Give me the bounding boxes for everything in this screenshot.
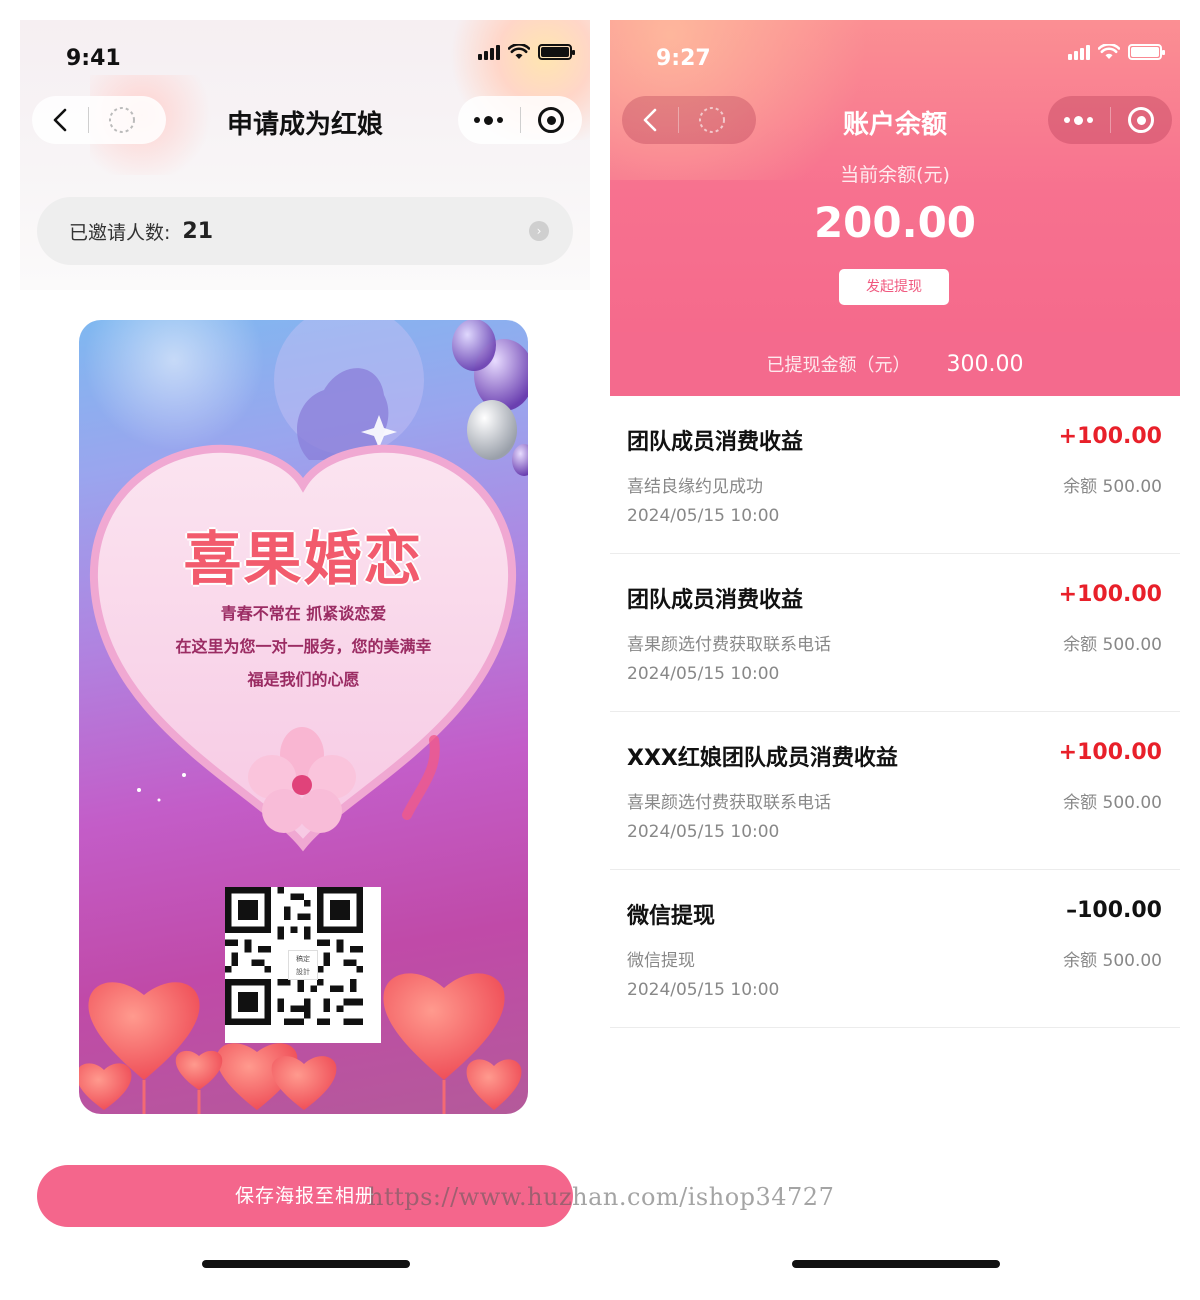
- target-icon[interactable]: [1110, 96, 1172, 144]
- poster-line-2: 在这里为您一对一服务，您的美满幸: [175, 637, 432, 656]
- withdraw-button[interactable]: 发起提现: [839, 269, 949, 305]
- status-time: 9:41: [66, 46, 121, 71]
- poster-brand: 喜果婚恋: [183, 525, 424, 593]
- withdrawn-label: 已提现金额（元）: [766, 355, 911, 376]
- nav-capsule-right: [1048, 96, 1172, 144]
- home-indicator: [202, 1260, 410, 1268]
- nav-capsule-right: [458, 96, 582, 144]
- transaction-amount: –100.00: [1066, 898, 1162, 923]
- transaction-amount: +100.00: [1058, 740, 1162, 765]
- transaction-balance: 余额 500.00: [1063, 951, 1162, 971]
- poster-line-3: 福是我们的心愿: [247, 670, 360, 689]
- status-icons: [1068, 44, 1165, 60]
- transaction-desc: 喜果颜选付费获取联系电话: [627, 635, 831, 655]
- more-dots-icon[interactable]: [458, 96, 520, 144]
- transaction-desc: 喜结良缘约见成功: [627, 477, 763, 497]
- balance-value: 200.00: [813, 198, 977, 247]
- transaction-title: 团队成员消费收益: [627, 430, 804, 455]
- status-icons: [478, 44, 575, 60]
- transaction-list: 团队成员消费收益 +100.00 喜结良缘约见成功 余额 500.00 2024…: [610, 396, 1180, 1028]
- transaction-time: 2024/05/15 10:00: [627, 664, 780, 684]
- status-time: 9:27: [656, 46, 711, 71]
- invite-label: 已邀请人数:: [69, 221, 171, 244]
- battery-icon: [1128, 44, 1165, 60]
- signal-icon: [1068, 44, 1090, 60]
- transaction-item[interactable]: 微信提现 –100.00 微信提现 余额 500.00 2024/05/15 1…: [610, 870, 1180, 1028]
- more-dots-icon[interactable]: [1048, 96, 1110, 144]
- home-indicator: [792, 1260, 1000, 1268]
- transaction-balance: 余额 500.00: [1063, 477, 1162, 497]
- transaction-item[interactable]: 团队成员消费收益 +100.00 喜结良缘约见成功 余额 500.00 2024…: [610, 396, 1180, 554]
- transaction-time: 2024/05/15 10:00: [627, 822, 780, 842]
- qr-code: 稿定 設計: [225, 887, 381, 1043]
- transaction-title: XXX红娘团队成员消费收益: [627, 746, 898, 771]
- transaction-balance: 余额 500.00: [1063, 793, 1162, 813]
- withdrawn-value: 300.00: [946, 351, 1024, 377]
- withdrawn-summary: 已提现金额（元） 300.00: [610, 332, 1180, 396]
- target-icon[interactable]: [520, 96, 582, 144]
- wifi-icon: [1098, 44, 1120, 59]
- wifi-icon: [508, 44, 530, 59]
- poster-line-1: 青春不常在 抓紧谈恋爱: [220, 604, 387, 623]
- signal-icon: [478, 44, 500, 60]
- chevron-right-icon: ›: [529, 221, 549, 241]
- invite-count-bar[interactable]: 已邀请人数: 21 ›: [37, 197, 573, 265]
- qr-logo: 稿定 設計: [288, 950, 318, 980]
- transaction-title: 团队成员消费收益: [627, 588, 804, 613]
- transaction-desc: 喜果颜选付费获取联系电话: [627, 793, 831, 813]
- balance-screen: 9:27 账户余额 当前余额(元) 200.00 发起提现 已提现金额（元） 3…: [610, 20, 1180, 1280]
- transaction-time: 2024/05/15 10:00: [627, 980, 780, 1000]
- transaction-item[interactable]: XXX红娘团队成员消费收益 +100.00 喜果颜选付费获取联系电话 余额 50…: [610, 712, 1180, 870]
- transaction-desc: 微信提现: [627, 951, 695, 971]
- transaction-amount: +100.00: [1058, 424, 1162, 449]
- poster-image: 喜果婚恋 青春不常在 抓紧谈恋爱 在这里为您一对一服务，您的美满幸 福是我们的心…: [79, 320, 528, 1114]
- balance-label: 当前余额(元): [840, 164, 950, 186]
- transaction-time: 2024/05/15 10:00: [627, 506, 780, 526]
- invite-screen: 9:41 申请成为红娘 已邀请人数: 21 › 喜果婚恋 青春不常在 抓紧谈恋爱…: [20, 20, 590, 1280]
- transaction-amount: +100.00: [1058, 582, 1162, 607]
- battery-icon: [538, 44, 575, 60]
- transaction-item[interactable]: 团队成员消费收益 +100.00 喜果颜选付费获取联系电话 余额 500.00 …: [610, 554, 1180, 712]
- transaction-title: 微信提现: [627, 904, 716, 929]
- watermark-text: https://www.huzhan.com/ishop34727: [368, 1183, 835, 1211]
- invite-count: 21: [182, 218, 214, 244]
- transaction-balance: 余额 500.00: [1063, 635, 1162, 655]
